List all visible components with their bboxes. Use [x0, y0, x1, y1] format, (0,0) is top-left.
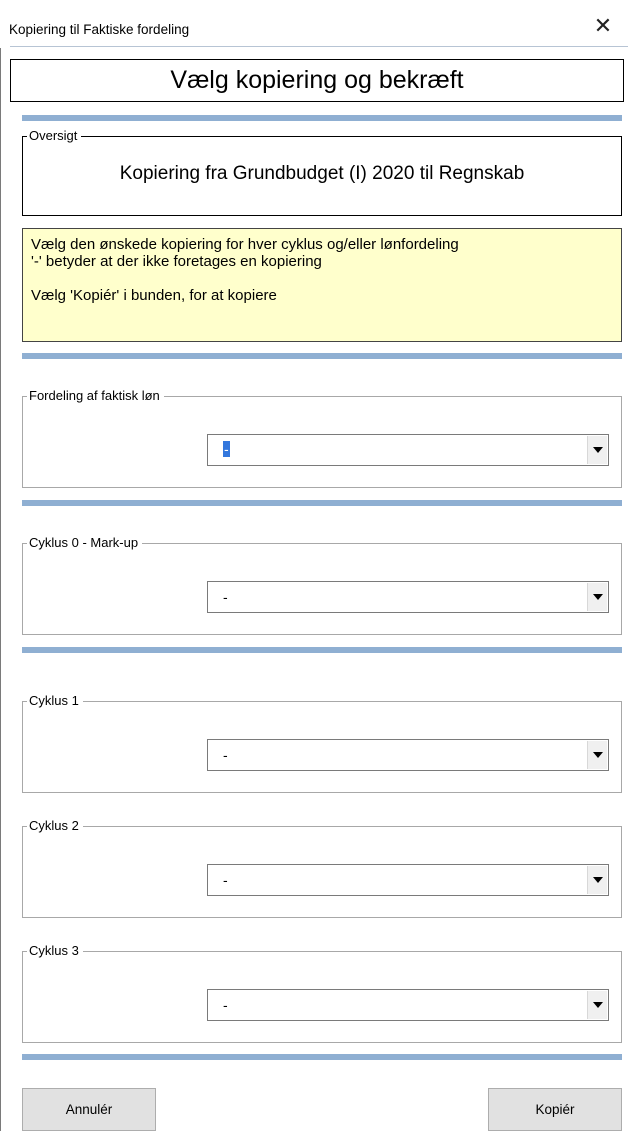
group-cyklus-3: Cyklus 3 - — [22, 943, 622, 1043]
copy-select-cyklus-2[interactable]: - — [207, 864, 609, 896]
separator-bar — [22, 353, 622, 359]
info-line-2: '-' betyder at der ikke foretages en kop… — [31, 253, 322, 270]
group-cyklus-0: Cyklus 0 - Mark-up - — [22, 535, 622, 635]
copy-select-fordeling[interactable]: - — [207, 434, 609, 466]
group-legend: Cyklus 0 - Mark-up — [27, 535, 143, 550]
info-box: Vælg den ønskede kopiering for hver cykl… — [22, 228, 622, 342]
window-title: Kopiering til Faktiske fordeling — [9, 22, 190, 37]
separator-bar — [22, 115, 622, 121]
group-cyklus-2: Cyklus 2 - — [22, 818, 622, 918]
separator-bar — [22, 500, 622, 506]
combo-value: - — [223, 747, 228, 763]
copy-select-cyklus-3[interactable]: - — [207, 989, 609, 1021]
cancel-button[interactable]: Annulér — [22, 1088, 156, 1131]
close-icon[interactable]: ✕ — [590, 13, 616, 39]
combo-value: - — [223, 997, 228, 1013]
copy-button[interactable]: Kopiér — [488, 1088, 622, 1131]
copy-select-cyklus-1[interactable]: - — [207, 739, 609, 771]
dropdown-arrow-icon[interactable] — [587, 991, 607, 1019]
separator-bar — [22, 1054, 622, 1060]
dropdown-arrow-icon[interactable] — [587, 583, 607, 611]
group-fordeling-af-faktisk-lon: Fordeling af faktisk løn - — [22, 388, 622, 488]
group-legend: Cyklus 2 — [27, 818, 83, 833]
dropdown-arrow-icon[interactable] — [587, 866, 607, 894]
info-line-1: Vælg den ønskede kopiering for hver cykl… — [31, 236, 459, 253]
combo-value: - — [223, 872, 228, 888]
window-border — [0, 0, 1, 1131]
separator-bar — [22, 647, 622, 653]
dropdown-arrow-icon[interactable] — [587, 436, 607, 464]
overview-legend: Oversigt — [27, 128, 82, 143]
group-legend: Cyklus 3 — [27, 943, 83, 958]
title-bar: Kopiering til Faktiske fordeling ✕ — [0, 0, 628, 48]
dropdown-arrow-icon[interactable] — [587, 741, 607, 769]
page-title: Vælg kopiering og bekræft — [10, 59, 624, 102]
title-bar-divider — [10, 46, 628, 47]
info-line-3: Vælg 'Kopiér' i bunden, for at kopiere — [31, 287, 277, 304]
group-legend: Fordeling af faktisk løn — [27, 388, 164, 403]
combo-value: - — [223, 589, 228, 605]
copy-select-cyklus-0[interactable]: - — [207, 581, 609, 613]
combo-value: - — [223, 441, 230, 457]
dialog-window: Kopiering til Faktiske fordeling ✕ Vælg … — [0, 0, 628, 1131]
overview-text: Kopiering fra Grundbudget (I) 2020 til R… — [119, 163, 525, 184]
group-legend: Cyklus 1 — [27, 693, 83, 708]
overview-group: Oversigt Kopiering fra Grundbudget (I) 2… — [22, 128, 622, 216]
group-cyklus-1: Cyklus 1 - — [22, 693, 622, 793]
